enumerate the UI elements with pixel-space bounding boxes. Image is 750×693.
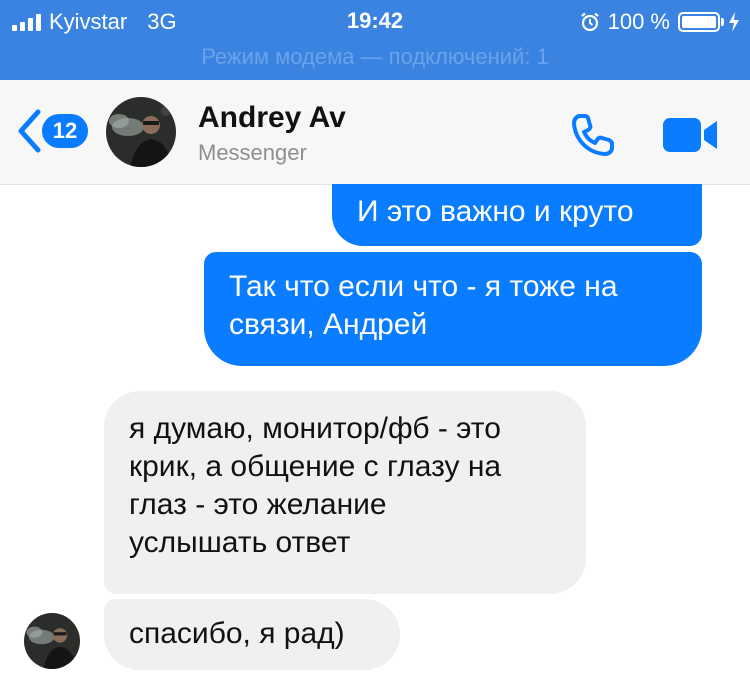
incoming-message[interactable]: спасибо, я рад): [104, 599, 400, 670]
chat-header: 12 Andrey Av Messenger: [0, 80, 750, 185]
sender-avatar[interactable]: [24, 613, 80, 669]
battery-icon: [678, 12, 740, 32]
outgoing-message[interactable]: И это важно и круто: [332, 184, 702, 246]
status-right-group: 100 %: [580, 8, 740, 36]
message-line: я думаю, монитор/фб - это: [129, 412, 501, 445]
alarm-icon: [580, 12, 599, 32]
video-call-button[interactable]: [660, 112, 720, 158]
contact-subtitle: Messenger: [198, 140, 307, 165]
unread-count-badge: 12: [42, 114, 88, 148]
outgoing-message[interactable]: Так что если что - я тоже на связи, Андр…: [204, 252, 702, 366]
battery-percent: 100 %: [607, 9, 670, 34]
message-line: связи, Андрей: [229, 308, 428, 341]
chevron-left-icon: [18, 109, 41, 153]
bolt-icon: [729, 12, 739, 32]
message-line: И это важно и круто: [357, 195, 634, 228]
message-line: услышать ответ: [129, 526, 351, 559]
hotspot-banner[interactable]: Режим модема — подключений: 1: [0, 44, 750, 70]
status-bar: Kyivstar 3G 19:42 100 % Режим модема — п…: [0, 0, 750, 80]
message-line: Так что если что - я тоже на: [229, 270, 618, 303]
message-line: спасибо, я рад): [129, 617, 345, 650]
back-button[interactable]: 12: [14, 106, 94, 156]
contact-name[interactable]: Andrey Av: [198, 101, 346, 135]
call-button[interactable]: [568, 110, 618, 160]
contact-avatar[interactable]: [106, 97, 176, 167]
message-line: крик, а общение с глазу на: [129, 450, 502, 483]
message-line: глаз - это желание: [129, 488, 387, 521]
incoming-message[interactable]: я думаю, монитор/фб - это крик, а общени…: [104, 391, 586, 594]
phone-icon: [572, 114, 614, 156]
video-camera-icon: [663, 118, 717, 152]
